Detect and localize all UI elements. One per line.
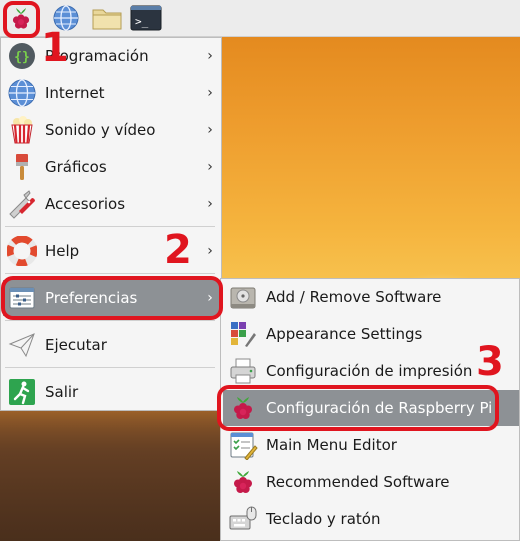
submenu-item-label: Appearance Settings [266, 325, 423, 343]
submenu-item-label: Teclado y ratón [266, 510, 381, 528]
raspberry-icon [228, 467, 258, 497]
terminal-icon: >_ [130, 5, 162, 31]
step1-number: 1 [41, 25, 69, 71]
popcorn-icon [7, 115, 37, 145]
menu-item-graficos[interactable]: Gráficos › [3, 149, 219, 185]
menu-item-ejecutar[interactable]: Ejecutar [3, 327, 219, 363]
menu-item-internet[interactable]: Internet › [3, 75, 219, 111]
menu-item-programacion[interactable]: {} Programación › [3, 38, 219, 74]
menu-item-label: Ejecutar [45, 336, 107, 354]
keyboard-mouse-icon [228, 504, 258, 534]
preferences-icon [7, 283, 37, 313]
submenu-item-label: Main Menu Editor [266, 436, 397, 454]
menu-item-accesorios[interactable]: Accesorios › [3, 186, 219, 222]
menu-item-label: Internet [45, 84, 105, 102]
submenu-item-teclado-raton[interactable]: Teclado y ratón [223, 501, 519, 537]
chevron-right-icon: › [207, 159, 213, 175]
menu-item-label: Salir [45, 383, 79, 401]
printer-icon [228, 356, 258, 386]
paintbrush-icon [7, 152, 37, 182]
raspberry-icon [12, 8, 30, 29]
package-icon [228, 282, 258, 312]
menu-separator [5, 320, 215, 321]
step3-number: 3 [476, 339, 504, 385]
lifebuoy-icon [7, 236, 37, 266]
menu-item-label: Preferencias [45, 289, 138, 307]
exit-icon [7, 377, 37, 407]
menu-item-label: Gráficos [45, 158, 107, 176]
taskbar-files-button[interactable] [91, 4, 123, 32]
menu-item-label: Sonido y vídeo [45, 121, 156, 139]
submenu-item-label: Configuración de Raspberry Pi [266, 399, 493, 417]
menu-item-salir[interactable]: Salir [3, 374, 219, 410]
raspberry-icon [228, 393, 258, 423]
submenu-item-label: Configuración de impresión [266, 362, 473, 380]
submenu-item-recommended-software[interactable]: Recommended Software [223, 464, 519, 500]
taskbar-menu-button[interactable] [7, 4, 35, 32]
preferences-submenu: Add / Remove Software Appearance Setting… [220, 278, 520, 541]
submenu-item-add-remove-software[interactable]: Add / Remove Software [223, 279, 519, 315]
menu-separator [5, 367, 215, 368]
chevron-right-icon: › [207, 48, 213, 64]
submenu-item-main-menu-editor[interactable]: Main Menu Editor [223, 427, 519, 463]
submenu-item-configuracion-impresion[interactable]: Configuración de impresión [223, 353, 519, 389]
paper-plane-icon [7, 330, 37, 360]
svg-text:{}: {} [14, 50, 30, 65]
main-menu: {} Programación › Internet › Sonido y ví… [0, 37, 222, 411]
chevron-right-icon: › [207, 85, 213, 101]
submenu-item-appearance-settings[interactable]: Appearance Settings [223, 316, 519, 352]
braces-icon: {} [7, 41, 37, 71]
folder-icon [92, 9, 122, 30]
menu-item-label: Accesorios [45, 195, 126, 213]
svg-text:>_: >_ [135, 15, 149, 28]
chevron-right-icon: › [207, 243, 213, 259]
submenu-item-configuracion-raspberry-pi[interactable]: Configuración de Raspberry Pi [223, 390, 519, 426]
submenu-item-label: Add / Remove Software [266, 288, 442, 306]
chevron-right-icon: › [207, 122, 213, 138]
menu-item-sonido-video[interactable]: Sonido y vídeo › [3, 112, 219, 148]
menu-editor-icon [228, 430, 258, 460]
step2-number: 2 [164, 227, 192, 273]
taskbar: >_ [0, 0, 520, 37]
menu-separator [5, 273, 215, 274]
pocketknife-icon [7, 189, 37, 219]
appearance-icon [228, 319, 258, 349]
submenu-item-label: Recommended Software [266, 473, 450, 491]
taskbar-terminal-button[interactable]: >_ [130, 4, 162, 32]
chevron-right-icon: › [207, 290, 213, 306]
globe-icon [7, 78, 37, 108]
menu-item-preferencias[interactable]: Preferencias › [3, 280, 219, 316]
chevron-right-icon: › [207, 196, 213, 212]
